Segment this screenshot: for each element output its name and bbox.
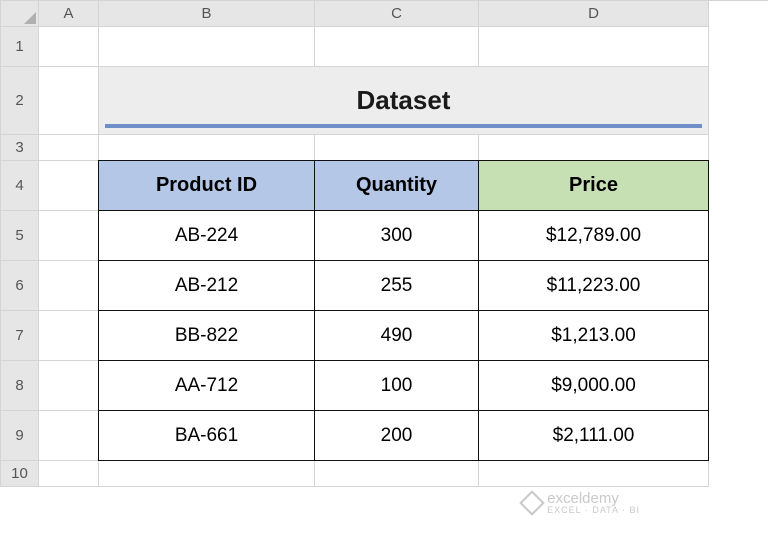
cell-product-id[interactable]: BA-661 [98, 410, 315, 461]
row-header-8[interactable]: 8 [1, 361, 39, 411]
cell-product-id[interactable]: AB-212 [98, 260, 315, 311]
cell-c1[interactable] [315, 27, 479, 67]
row-header-10[interactable]: 10 [1, 461, 39, 487]
dataset-title[interactable]: Dataset [99, 67, 709, 135]
cell-quantity[interactable]: 200 [314, 410, 479, 461]
cell-b3[interactable] [99, 135, 315, 161]
title-underline [105, 124, 702, 128]
cell-a2[interactable] [39, 67, 99, 135]
cell-c10[interactable] [315, 461, 479, 487]
row-header-9[interactable]: 9 [1, 411, 39, 461]
col-header-d[interactable]: D [479, 1, 709, 27]
row-header-3[interactable]: 3 [1, 135, 39, 161]
cell-a5[interactable] [39, 211, 99, 261]
watermark-icon [519, 490, 544, 515]
cell-c3[interactable] [315, 135, 479, 161]
header-product-id[interactable]: Product ID [98, 160, 315, 211]
cell-a1[interactable] [39, 27, 99, 67]
cell-a7[interactable] [39, 311, 99, 361]
cell-quantity[interactable]: 255 [314, 260, 479, 311]
col-header-b[interactable]: B [99, 1, 315, 27]
watermark: exceldemy EXCEL · DATA · BI [523, 490, 640, 515]
watermark-tagline: EXCEL · DATA · BI [547, 505, 640, 515]
row-header-4[interactable]: 4 [1, 161, 39, 211]
spreadsheet-grid: A B C D 1 2 Dataset 3 4 Product ID Quant… [0, 0, 768, 487]
cell-a6[interactable] [39, 261, 99, 311]
row-header-5[interactable]: 5 [1, 211, 39, 261]
cell-price[interactable]: $2,111.00 [478, 410, 709, 461]
watermark-brand: exceldemy [547, 490, 619, 507]
cell-quantity[interactable]: 100 [314, 360, 479, 411]
cell-d10[interactable] [479, 461, 709, 487]
cell-quantity[interactable]: 490 [314, 310, 479, 361]
cell-b1[interactable] [99, 27, 315, 67]
cell-product-id[interactable]: AA-712 [98, 360, 315, 411]
cell-d3[interactable] [479, 135, 709, 161]
cell-a4[interactable] [39, 161, 99, 211]
cell-price[interactable]: $12,789.00 [478, 210, 709, 261]
col-header-a[interactable]: A [39, 1, 99, 27]
header-quantity[interactable]: Quantity [314, 160, 479, 211]
cell-product-id[interactable]: BB-822 [98, 310, 315, 361]
cell-a8[interactable] [39, 361, 99, 411]
cell-a10[interactable] [39, 461, 99, 487]
cell-a9[interactable] [39, 411, 99, 461]
dataset-title-text: Dataset [357, 85, 451, 116]
row-header-1[interactable]: 1 [1, 27, 39, 67]
cell-price[interactable]: $1,213.00 [478, 310, 709, 361]
cell-quantity[interactable]: 300 [314, 210, 479, 261]
cell-d1[interactable] [479, 27, 709, 67]
cell-b10[interactable] [99, 461, 315, 487]
cell-a3[interactable] [39, 135, 99, 161]
cell-price[interactable]: $11,223.00 [478, 260, 709, 311]
row-header-6[interactable]: 6 [1, 261, 39, 311]
header-price[interactable]: Price [478, 160, 709, 211]
cell-product-id[interactable]: AB-224 [98, 210, 315, 261]
select-all-corner[interactable] [1, 1, 39, 27]
row-header-2[interactable]: 2 [1, 67, 39, 135]
col-header-c[interactable]: C [315, 1, 479, 27]
row-header-7[interactable]: 7 [1, 311, 39, 361]
cell-price[interactable]: $9,000.00 [478, 360, 709, 411]
